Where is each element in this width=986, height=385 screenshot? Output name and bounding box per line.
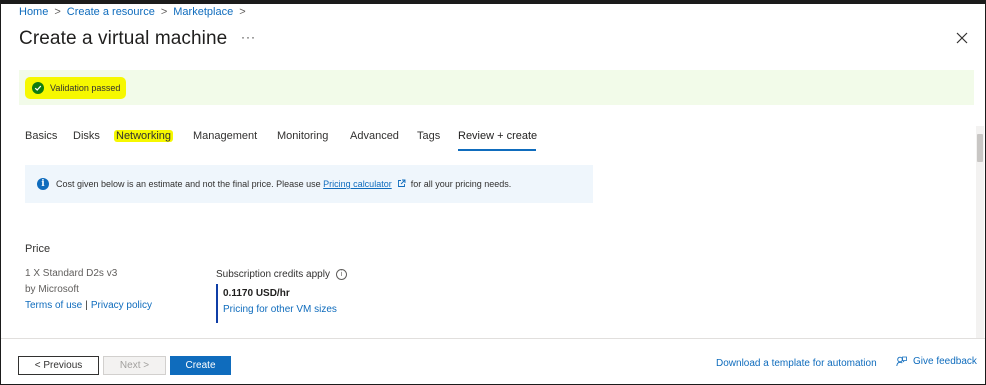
- give-feedback-label: Give feedback: [913, 356, 977, 367]
- vertical-scrollbar[interactable]: [976, 126, 984, 338]
- give-feedback-link[interactable]: Give feedback: [896, 356, 977, 367]
- success-check-icon: [32, 82, 44, 94]
- validation-message: Validation passed: [50, 83, 121, 93]
- download-template-link[interactable]: Download a template for automation: [716, 358, 877, 369]
- previous-button[interactable]: < Previous: [18, 356, 99, 375]
- tab-monitoring[interactable]: Monitoring: [277, 130, 328, 142]
- breadcrumb: Home > Create a resource > Marketplace >: [19, 6, 252, 18]
- publisher-text: by Microsoft: [25, 284, 79, 295]
- breadcrumb-separator: >: [54, 6, 61, 18]
- breadcrumb-separator: >: [160, 6, 168, 18]
- price-accent-bar: [216, 284, 218, 323]
- more-options-icon[interactable]: ···: [241, 30, 256, 44]
- tab-networking[interactable]: Networking: [114, 130, 174, 142]
- next-button[interactable]: Next >: [103, 356, 166, 375]
- info-help-icon[interactable]: i: [335, 269, 347, 280]
- terms-of-use-link[interactable]: Terms of use: [25, 300, 82, 311]
- price-value: 0.1170 USD/hr: [223, 288, 290, 299]
- link-divider: |: [85, 300, 88, 311]
- breadcrumb-create-resource[interactable]: Create a resource: [67, 6, 155, 18]
- breadcrumb-home[interactable]: Home: [19, 6, 48, 18]
- tab-review-create[interactable]: Review + create: [458, 130, 537, 142]
- footer-action-bar: < Previous Next > Create Download a temp…: [0, 338, 986, 385]
- subscription-credits: Subscription credits apply i: [216, 269, 347, 280]
- price-heading: Price: [25, 243, 51, 255]
- feedback-icon: [896, 356, 907, 367]
- cost-info-text: Cost given below is an estimate and not …: [56, 179, 511, 189]
- tab-basics[interactable]: Basics: [25, 130, 57, 142]
- tab-management[interactable]: Management: [193, 130, 257, 142]
- info-icon: i: [37, 178, 49, 190]
- page-title: Create a virtual machine: [19, 28, 228, 49]
- breadcrumb-marketplace[interactable]: Marketplace: [173, 6, 233, 18]
- tab-disks[interactable]: Disks: [73, 130, 100, 142]
- tab-tags[interactable]: Tags: [417, 130, 440, 142]
- scrollbar-thumb[interactable]: [977, 134, 983, 162]
- create-button[interactable]: Create: [170, 356, 231, 375]
- pricing-calculator-link[interactable]: Pricing calculator: [323, 179, 392, 189]
- top-window-bar: [0, 0, 986, 4]
- active-tab-indicator: [458, 149, 536, 151]
- privacy-policy-link[interactable]: Privacy policy: [91, 300, 152, 311]
- breadcrumb-separator: >: [239, 6, 246, 18]
- terms-links: Terms of use | Privacy policy: [25, 300, 152, 311]
- close-icon[interactable]: [954, 30, 970, 46]
- vm-size-text: 1 X Standard D2s v3: [25, 268, 118, 279]
- subscription-credits-label: Subscription credits apply: [216, 269, 330, 280]
- info-text-before: Cost given below is an estimate and not …: [56, 179, 321, 189]
- cost-info-box: i Cost given below is an estimate and no…: [25, 165, 593, 203]
- info-text-after: for all your pricing needs.: [410, 179, 512, 189]
- external-link-icon: [398, 179, 406, 187]
- other-vm-sizes-link[interactable]: Pricing for other VM sizes: [223, 304, 337, 315]
- validation-banner: Validation passed: [19, 70, 974, 105]
- tab-advanced[interactable]: Advanced: [350, 130, 399, 142]
